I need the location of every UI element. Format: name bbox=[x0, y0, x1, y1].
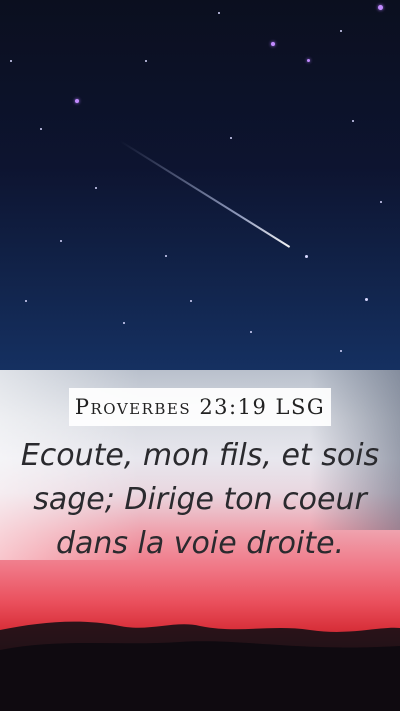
star bbox=[75, 99, 79, 103]
hill-silhouette bbox=[0, 621, 400, 711]
star bbox=[340, 30, 342, 32]
star bbox=[352, 120, 354, 122]
star bbox=[123, 322, 125, 324]
star bbox=[250, 331, 252, 333]
star bbox=[380, 201, 382, 203]
star bbox=[145, 60, 147, 62]
star bbox=[40, 128, 42, 130]
star bbox=[10, 60, 12, 62]
star bbox=[365, 298, 368, 301]
night-sky-image bbox=[0, 0, 400, 370]
verse-text: Ecoute, mon fils, et sois sage; Dirige t… bbox=[20, 438, 380, 561]
star bbox=[25, 300, 27, 302]
shooting-star bbox=[119, 140, 291, 248]
star bbox=[95, 187, 97, 189]
star bbox=[218, 12, 220, 14]
star bbox=[165, 255, 167, 257]
star bbox=[378, 5, 383, 10]
verse-reference-badge: Proverbes 23:19 LSG bbox=[69, 388, 331, 426]
star bbox=[230, 137, 232, 139]
star bbox=[307, 59, 310, 62]
star bbox=[271, 42, 275, 46]
star bbox=[60, 240, 62, 242]
verse-reference: Proverbes 23:19 LSG bbox=[74, 395, 326, 419]
star bbox=[305, 255, 308, 258]
star bbox=[340, 350, 342, 352]
star bbox=[190, 300, 192, 302]
